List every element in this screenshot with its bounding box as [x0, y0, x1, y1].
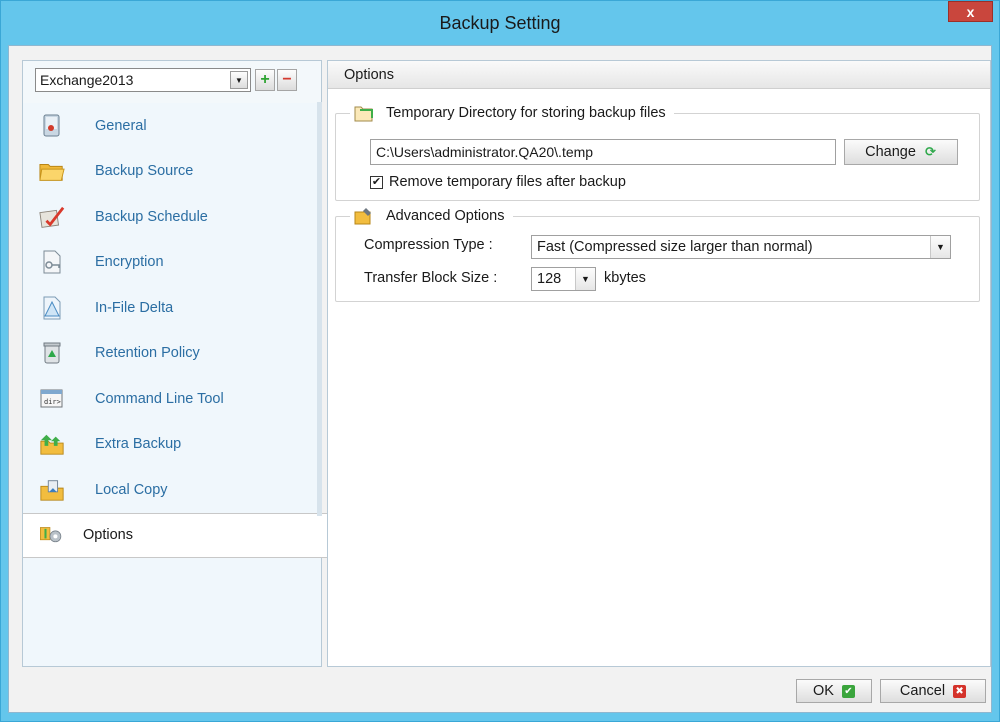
nav-item-in-file-delta[interactable]: In-File Delta [23, 285, 321, 331]
options-panel: Options Temporary Directory for storing … [327, 60, 991, 667]
nav-item-command-line-tool[interactable]: dir> Command Line Tool [23, 376, 321, 422]
nav-item-label: Local Copy [95, 481, 168, 498]
remove-temp-files-checkbox[interactable]: ✔ [370, 175, 383, 189]
recycle-bin-icon [39, 340, 65, 366]
panel-title: Options [328, 61, 990, 89]
compression-type-value: Fast (Compressed size larger than normal… [537, 239, 813, 255]
transfer-block-size-label: Transfer Block Size : [364, 270, 498, 286]
advanced-options-title: Advanced Options [386, 208, 505, 224]
refresh-icon: ⟳ [924, 144, 936, 159]
cross-icon: ✖ [953, 684, 967, 698]
compression-type-select[interactable]: Fast (Compressed size larger than normal… [531, 235, 951, 259]
svg-text:dir>: dir> [44, 398, 61, 406]
close-button[interactable]: x [948, 1, 993, 22]
temp-directory-title: Temporary Directory for storing backup f… [386, 105, 666, 121]
general-icon [39, 113, 65, 139]
extra-backup-icon [39, 431, 65, 457]
nav-item-label: Command Line Tool [95, 390, 224, 407]
transfer-block-size-unit: kbytes [604, 270, 646, 286]
settings-nav-panel: Exchange2013 ▼ + − General Backup Source… [22, 60, 329, 667]
backup-set-value: Exchange2013 [40, 72, 134, 88]
nav-item-encryption[interactable]: Encryption [23, 240, 321, 286]
encryption-icon [39, 249, 65, 275]
delta-icon [39, 295, 65, 321]
transfer-block-size-select[interactable]: 128 ▼ [531, 267, 596, 291]
ok-button[interactable]: OK ✔ [796, 679, 872, 703]
title-bar: Backup Setting x [1, 1, 999, 45]
nav-item-label: Encryption [95, 254, 164, 271]
nav-item-options[interactable]: Options [23, 512, 329, 558]
folder-icon [39, 158, 65, 184]
nav-scrollbar[interactable] [317, 102, 322, 516]
backup-set-select[interactable]: Exchange2013 ▼ [35, 68, 251, 92]
nav-item-backup-source[interactable]: Backup Source [23, 149, 321, 195]
check-icon: ✔ [841, 684, 855, 698]
folder-open-icon [354, 104, 374, 122]
nav-item-extra-backup[interactable]: Extra Backup [23, 422, 321, 468]
temp-directory-group: Temporary Directory for storing backup f… [335, 104, 980, 201]
nav-item-label: Extra Backup [95, 436, 182, 453]
chevron-down-icon[interactable]: ▼ [930, 236, 950, 258]
temp-directory-legend: Temporary Directory for storing backup f… [350, 104, 674, 122]
remove-backup-set-button[interactable]: − [277, 69, 297, 91]
remove-temp-files-label: Remove temporary files after backup [389, 174, 626, 190]
add-backup-set-button[interactable]: + [255, 69, 275, 91]
advanced-options-legend: Advanced Options [350, 207, 513, 225]
cancel-button-label: Cancel [899, 683, 946, 699]
nav-item-general[interactable]: General [23, 103, 321, 149]
chevron-down-icon[interactable]: ▼ [230, 71, 248, 89]
transfer-block-size-value: 128 [537, 271, 562, 287]
nav-item-backup-schedule[interactable]: Backup Schedule [23, 194, 321, 240]
compression-type-label: Compression Type : [364, 237, 493, 253]
advanced-options-group: Advanced Options Compression Type : Fast… [335, 207, 980, 302]
nav-item-label: Backup Schedule [95, 208, 208, 225]
nav-item-label: Options [83, 527, 133, 544]
nav-item-local-copy[interactable]: Local Copy [23, 467, 321, 513]
advanced-options-icon [354, 207, 374, 225]
change-button-label: Change [865, 144, 916, 160]
local-copy-icon [39, 477, 65, 503]
temp-directory-input[interactable]: C:\Users\administrator.QA20\.temp [370, 139, 836, 165]
settings-nav-list: General Backup Source Backup Schedule En… [23, 103, 329, 558]
nav-item-label: Retention Policy [95, 345, 200, 362]
nav-item-label: Backup Source [95, 163, 194, 180]
nav-item-label: General [95, 117, 147, 134]
cancel-button[interactable]: Cancel ✖ [880, 679, 986, 703]
remove-temp-files-option[interactable]: ✔ Remove temporary files after backup [370, 174, 626, 190]
nav-item-label: In-File Delta [95, 299, 174, 316]
backup-set-toolbar: Exchange2013 ▼ + − [23, 61, 321, 103]
chevron-down-icon[interactable]: ▼ [575, 268, 595, 290]
window-title: Backup Setting [439, 12, 561, 33]
ok-button-label: OK [813, 683, 834, 699]
schedule-icon [39, 204, 65, 230]
change-button[interactable]: Change ⟳ [844, 139, 958, 165]
nav-item-retention-policy[interactable]: Retention Policy [23, 331, 321, 377]
options-gear-icon [39, 522, 65, 548]
command-line-icon: dir> [39, 386, 65, 412]
